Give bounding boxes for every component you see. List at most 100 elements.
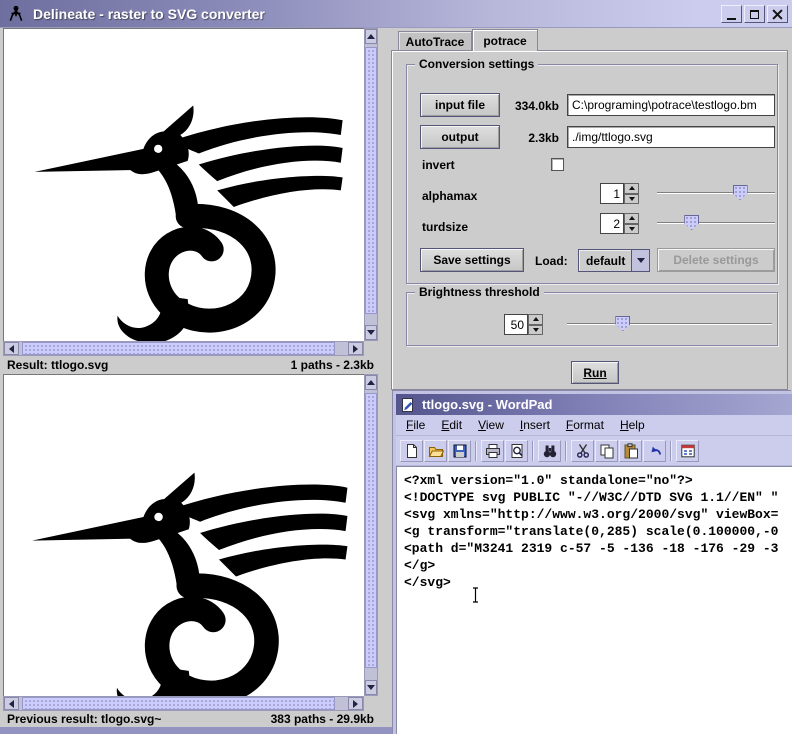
new-document-button[interactable] xyxy=(400,440,423,462)
output-path-field[interactable] xyxy=(567,126,775,148)
copy-button[interactable] xyxy=(595,440,618,462)
output-file-button[interactable]: output xyxy=(420,125,500,149)
turdsize-down-button[interactable] xyxy=(624,224,639,235)
tab-autotrace[interactable]: AutoTrace xyxy=(398,31,472,51)
slider-track[interactable] xyxy=(657,222,775,223)
menu-format[interactable]: Format xyxy=(558,415,612,435)
group-title: Brightness threshold xyxy=(415,285,544,299)
print-preview-icon xyxy=(509,443,525,459)
result-vertical-scrollbar[interactable] xyxy=(364,28,378,341)
toolbar-separator xyxy=(565,441,567,461)
scroll-down-button[interactable] xyxy=(365,680,377,695)
scroll-left-button[interactable] xyxy=(4,342,19,355)
document-line: </g> xyxy=(404,557,792,574)
menu-insert[interactable]: Insert xyxy=(512,415,558,435)
brightness-value[interactable]: 50 xyxy=(504,314,528,335)
delete-settings-button[interactable]: Delete settings xyxy=(657,248,775,272)
load-settings-combo[interactable]: default xyxy=(578,249,650,272)
tab-potrace[interactable]: potrace xyxy=(472,29,538,51)
print-preview-button[interactable] xyxy=(505,440,528,462)
arrow-down-icon xyxy=(367,330,375,335)
scrollbar-thumb[interactable] xyxy=(22,697,335,710)
alphamax-up-button[interactable] xyxy=(624,183,639,194)
scroll-left-button[interactable] xyxy=(4,697,19,710)
save-settings-button[interactable]: Save settings xyxy=(420,248,524,272)
combo-dropdown-button[interactable] xyxy=(631,250,649,271)
alphamax-slider[interactable] xyxy=(657,184,775,201)
print-button[interactable] xyxy=(481,440,504,462)
save-button[interactable] xyxy=(448,440,471,462)
open-button[interactable] xyxy=(424,440,447,462)
scrollbar-thumb[interactable] xyxy=(365,393,377,669)
result-statusbar: Result: ttlogo.svg 1 paths - 2.3kb xyxy=(3,356,378,373)
previous-horizontal-scrollbar[interactable] xyxy=(3,696,364,711)
previous-vertical-scrollbar[interactable] xyxy=(364,374,378,696)
menu-view[interactable]: View xyxy=(470,415,512,435)
window-controls xyxy=(721,5,788,23)
scrollbar-thumb[interactable] xyxy=(365,47,377,314)
result-preview-canvas xyxy=(3,28,364,341)
result-filename-text: Result: ttlogo.svg xyxy=(7,358,108,372)
brightness-down-button[interactable] xyxy=(528,325,543,336)
alphamax-value[interactable]: 1 xyxy=(600,183,624,204)
result-horizontal-scrollbar[interactable] xyxy=(3,341,364,356)
desktop-screen: Delineate - raster to SVG converter xyxy=(0,0,792,734)
invert-checkbox[interactable] xyxy=(551,158,564,171)
undo-button[interactable] xyxy=(643,440,666,462)
menu-help[interactable]: Help xyxy=(612,415,653,435)
scroll-down-button[interactable] xyxy=(365,325,377,340)
main-window-titlebar[interactable]: Delineate - raster to SVG converter xyxy=(0,0,792,28)
turdsize-up-button[interactable] xyxy=(624,213,639,224)
menu-file[interactable]: File xyxy=(398,415,433,435)
find-binoculars-icon xyxy=(542,443,558,459)
minimize-button[interactable] xyxy=(721,5,742,23)
alphamax-down-button[interactable] xyxy=(624,194,639,205)
maximize-button[interactable] xyxy=(744,5,765,23)
scroll-up-button[interactable] xyxy=(365,375,377,390)
scrollbar-track[interactable] xyxy=(365,44,377,325)
paste-button[interactable] xyxy=(619,440,642,462)
turdsize-slider[interactable] xyxy=(657,214,775,231)
scrollbar-track[interactable] xyxy=(19,697,348,710)
cut-button[interactable] xyxy=(571,440,594,462)
previous-result-preview-canvas xyxy=(3,374,364,696)
scrollbar-track[interactable] xyxy=(365,390,377,680)
scroll-right-button[interactable] xyxy=(348,697,363,710)
delineate-app-icon xyxy=(7,5,25,23)
scroll-right-button[interactable] xyxy=(348,342,363,355)
brightness-slider[interactable] xyxy=(567,315,772,332)
turdsize-spinner[interactable]: 2 xyxy=(600,213,639,234)
document-line: <g transform="translate(0,285) scale(0.1… xyxy=(404,523,792,540)
brightness-up-button[interactable] xyxy=(528,314,543,325)
document-line: <!DOCTYPE svg PUBLIC "-//W3C//DTD SVG 1.… xyxy=(404,489,792,506)
close-button[interactable] xyxy=(767,5,788,23)
scrollbar-thumb[interactable] xyxy=(22,342,335,355)
run-button[interactable]: Run xyxy=(571,361,619,384)
spinner-up-icon xyxy=(629,216,635,220)
spinner-down-icon xyxy=(629,197,635,201)
wordpad-titlebar[interactable]: ttlogo.svg - WordPad xyxy=(396,394,792,415)
slider-thumb[interactable] xyxy=(684,215,699,230)
scrollbar-track[interactable] xyxy=(19,342,348,355)
date-time-button[interactable] xyxy=(676,440,699,462)
wordpad-window: ttlogo.svg - WordPad File Edit View Inse… xyxy=(393,391,792,734)
find-button[interactable] xyxy=(538,440,561,462)
brightness-spinner[interactable]: 50 xyxy=(504,314,543,335)
scroll-up-button[interactable] xyxy=(365,29,377,44)
wordpad-window-title: ttlogo.svg - WordPad xyxy=(422,397,552,412)
menu-edit[interactable]: Edit xyxy=(433,415,470,435)
input-path-field[interactable] xyxy=(567,94,775,116)
slider-track[interactable] xyxy=(657,192,775,193)
text-cursor-ibeam xyxy=(471,587,480,606)
input-file-button[interactable]: input file xyxy=(420,93,500,117)
toolbar-separator xyxy=(475,441,477,461)
wordpad-document-area[interactable]: <?xml version="1.0" standalone="no"?> <!… xyxy=(396,466,792,734)
alphamax-spinner[interactable]: 1 xyxy=(600,183,639,204)
tab-label: potrace xyxy=(483,34,526,48)
slider-track[interactable] xyxy=(567,323,772,324)
slider-thumb[interactable] xyxy=(733,185,748,200)
group-title: Conversion settings xyxy=(415,57,538,71)
traced-bird-logo xyxy=(15,427,355,696)
slider-thumb[interactable] xyxy=(615,316,630,331)
turdsize-value[interactable]: 2 xyxy=(600,213,624,234)
